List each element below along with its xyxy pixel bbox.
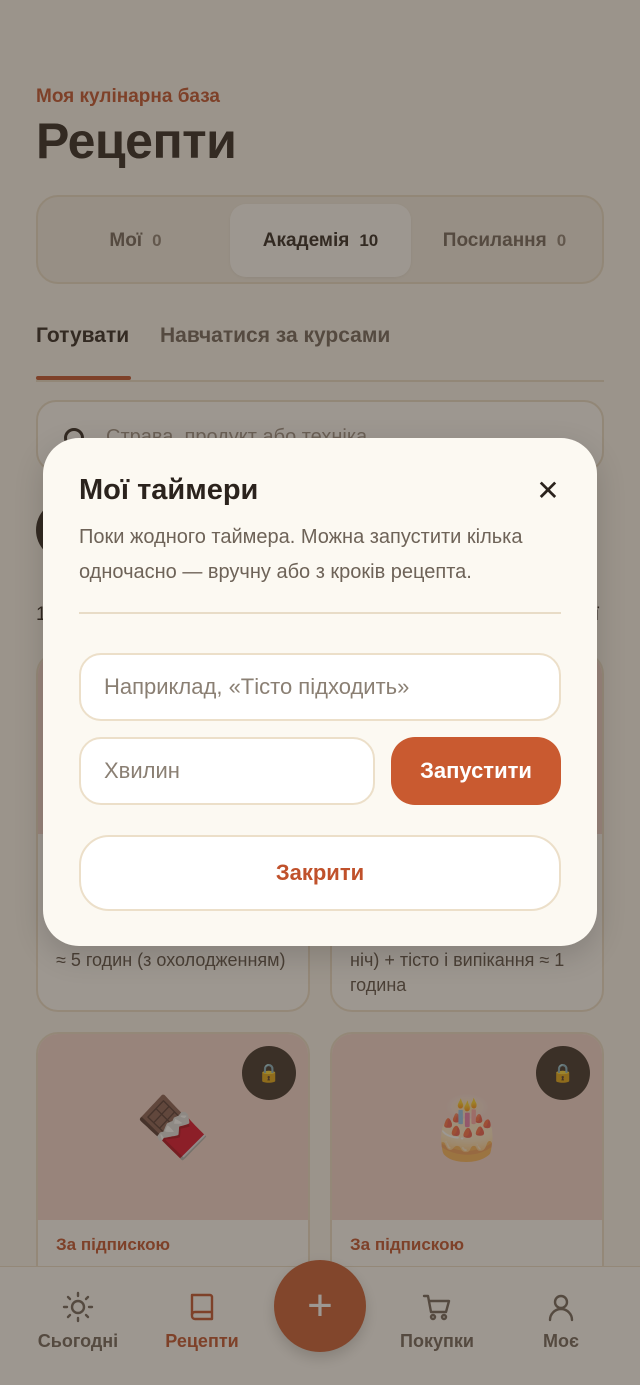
timers-dialog: Мої таймери ✕ Поки жодного таймера. Можн… <box>43 438 597 946</box>
close-dialog-button[interactable]: Закрити <box>79 835 561 911</box>
timer-minutes-input[interactable] <box>81 739 373 803</box>
dialog-title: Мої таймери <box>79 474 259 506</box>
timer-name-input[interactable] <box>81 655 559 719</box>
close-icon[interactable]: ✕ <box>530 472 566 508</box>
start-timer-button[interactable]: Запустити <box>391 737 561 805</box>
divider <box>79 612 561 614</box>
timer-minutes-field[interactable] <box>79 737 375 805</box>
timer-name-field[interactable] <box>79 653 561 721</box>
dialog-description: Поки жодного таймера. Можна запустити кі… <box>79 526 523 583</box>
